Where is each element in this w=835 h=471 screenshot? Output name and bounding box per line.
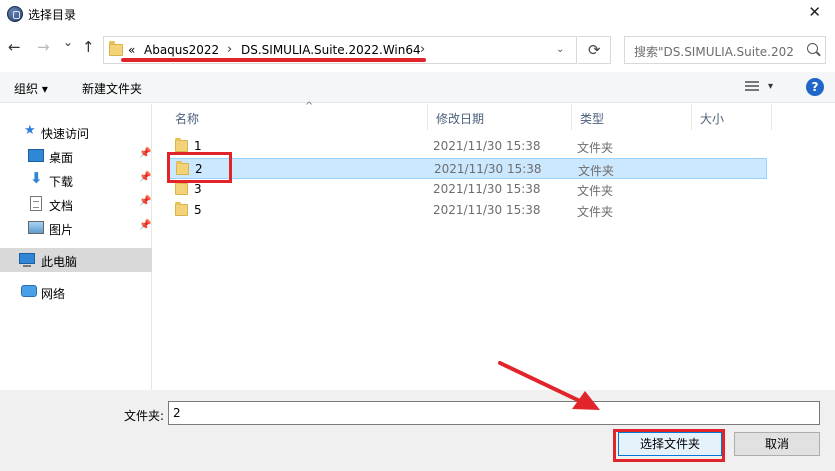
breadcrumb-abaqus2022[interactable]: Abaqus2022 bbox=[144, 43, 219, 57]
recent-locations-chevron-icon[interactable]: ⌄ bbox=[63, 36, 73, 48]
sidebar-item-label: 此电脑 bbox=[41, 255, 78, 269]
file-list: 名称 ^ 修改日期 类型 大小 1 2021/11/30 15:38 文件夹 2… bbox=[153, 101, 835, 390]
download-icon: ⬇ bbox=[30, 169, 43, 187]
annotation-highlight-box bbox=[613, 429, 725, 462]
sidebar-item-label: 网络 bbox=[41, 287, 66, 301]
breadcrumb-separator-icon[interactable]: › bbox=[227, 42, 232, 57]
file-type: 文件夹 bbox=[578, 164, 615, 178]
file-modified: 2021/11/30 15:38 bbox=[433, 182, 541, 196]
sidebar-item-network[interactable]: 网络 bbox=[0, 280, 152, 304]
column-header-label: 名称 bbox=[175, 112, 200, 126]
sidebar-item-label: 桌面 bbox=[49, 151, 74, 165]
sidebar-item-label: 图片 bbox=[49, 223, 74, 237]
pin-icon[interactable]: 📌 bbox=[139, 196, 151, 207]
file-name: 5 bbox=[194, 203, 202, 217]
sidebar-item-quick-access[interactable]: ★ 快速访问 bbox=[0, 120, 152, 144]
folder-icon bbox=[175, 138, 188, 152]
column-header-label: 类型 bbox=[580, 112, 605, 126]
sidebar-item-pictures[interactable]: 图片 📌 bbox=[0, 216, 152, 240]
file-type: 文件夹 bbox=[577, 141, 614, 155]
annotation-underline bbox=[121, 58, 426, 62]
help-icon[interactable]: ? bbox=[806, 78, 824, 96]
computer-icon bbox=[19, 253, 35, 267]
folder-icon bbox=[175, 202, 188, 216]
file-name: 1 bbox=[194, 139, 202, 153]
document-icon bbox=[30, 196, 42, 211]
organize-menu[interactable]: 组织 ▾ bbox=[14, 80, 48, 97]
table-row[interactable]: 1 2021/11/30 15:38 文件夹 bbox=[169, 136, 767, 157]
command-toolbar: 组织 ▾ 新建文件夹 ▾ ? bbox=[0, 72, 835, 103]
folder-icon bbox=[109, 41, 123, 56]
sidebar-item-downloads[interactable]: ⬇ 下载 📌 bbox=[0, 168, 152, 192]
folder-field-label: 文件夹: bbox=[124, 409, 165, 423]
table-row[interactable]: 3 2021/11/30 15:38 文件夹 bbox=[169, 179, 767, 200]
folder-icon bbox=[175, 181, 188, 195]
table-row[interactable]: 5 2021/11/30 15:38 文件夹 bbox=[169, 200, 767, 221]
column-header-size[interactable]: 大小 bbox=[692, 104, 772, 130]
breadcrumb-ds-simulia-suite[interactable]: DS.SIMULIA.Suite.2022.Win64 bbox=[241, 43, 421, 57]
new-folder-button[interactable]: 新建文件夹 bbox=[82, 80, 142, 97]
table-row[interactable]: 2 2021/11/30 15:38 文件夹 bbox=[169, 158, 767, 179]
address-dropdown-icon[interactable]: ⌄ bbox=[556, 44, 564, 55]
navigation-pane: ★ 快速访问 桌面 📌 ⬇ 下载 📌 文档 📌 图片 📌 此电脑 网络 bbox=[0, 104, 152, 390]
column-header-name[interactable]: 名称 ^ bbox=[167, 101, 428, 130]
sidebar-item-documents[interactable]: 文档 📌 bbox=[0, 192, 152, 216]
sidebar-item-label: 下载 bbox=[49, 175, 74, 189]
sidebar-item-this-pc[interactable]: 此电脑 bbox=[0, 248, 152, 272]
address-overflow-icon[interactable]: « bbox=[128, 43, 135, 57]
breadcrumb-separator-icon[interactable]: › bbox=[420, 42, 425, 57]
annotation-highlight-box bbox=[167, 152, 232, 183]
refresh-icon: ⟳ bbox=[588, 41, 601, 59]
star-icon: ★ bbox=[24, 123, 36, 138]
file-modified: 2021/11/30 15:38 bbox=[433, 203, 541, 217]
up-arrow-icon[interactable]: ↑ bbox=[82, 40, 95, 55]
close-icon[interactable]: ✕ bbox=[808, 3, 821, 21]
file-name: 3 bbox=[194, 182, 202, 196]
search-icon[interactable] bbox=[807, 43, 818, 54]
app-icon bbox=[7, 6, 23, 22]
cancel-button[interactable]: 取消 bbox=[734, 432, 820, 456]
sidebar-item-label: 文档 bbox=[49, 199, 74, 213]
search-placeholder: 搜索"DS.SIMULIA.Suite.202... bbox=[634, 45, 794, 59]
column-header-modified[interactable]: 修改日期 bbox=[428, 104, 572, 130]
file-modified: 2021/11/30 15:38 bbox=[433, 139, 541, 153]
back-arrow-icon[interactable]: ← bbox=[8, 40, 21, 55]
file-modified: 2021/11/30 15:38 bbox=[434, 162, 542, 176]
column-header-label: 修改日期 bbox=[436, 112, 485, 126]
search-box[interactable]: 搜索"DS.SIMULIA.Suite.202... bbox=[624, 36, 826, 64]
refresh-button[interactable]: ⟳ bbox=[578, 36, 611, 64]
sort-ascending-icon: ^ bbox=[305, 101, 314, 112]
desktop-icon bbox=[28, 149, 44, 162]
file-type: 文件夹 bbox=[577, 184, 614, 198]
pin-icon[interactable]: 📌 bbox=[139, 148, 151, 159]
pin-icon[interactable]: 📌 bbox=[139, 220, 151, 231]
title-bar: 选择目录 ✕ bbox=[0, 0, 835, 30]
window-title: 选择目录 bbox=[28, 8, 77, 22]
sidebar-item-label: 快速访问 bbox=[41, 127, 90, 141]
column-header-label: 大小 bbox=[700, 112, 725, 126]
pictures-icon bbox=[28, 221, 44, 234]
column-header-type[interactable]: 类型 bbox=[572, 104, 692, 130]
sidebar-item-desktop[interactable]: 桌面 📌 bbox=[0, 144, 152, 168]
file-type: 文件夹 bbox=[577, 205, 614, 219]
network-icon bbox=[21, 285, 37, 297]
view-options-icon[interactable] bbox=[745, 81, 759, 93]
forward-arrow-icon[interactable]: → bbox=[37, 40, 50, 55]
view-dropdown-icon[interactable]: ▾ bbox=[768, 81, 773, 92]
folder-field[interactable] bbox=[168, 401, 820, 425]
pin-icon[interactable]: 📌 bbox=[139, 172, 151, 183]
